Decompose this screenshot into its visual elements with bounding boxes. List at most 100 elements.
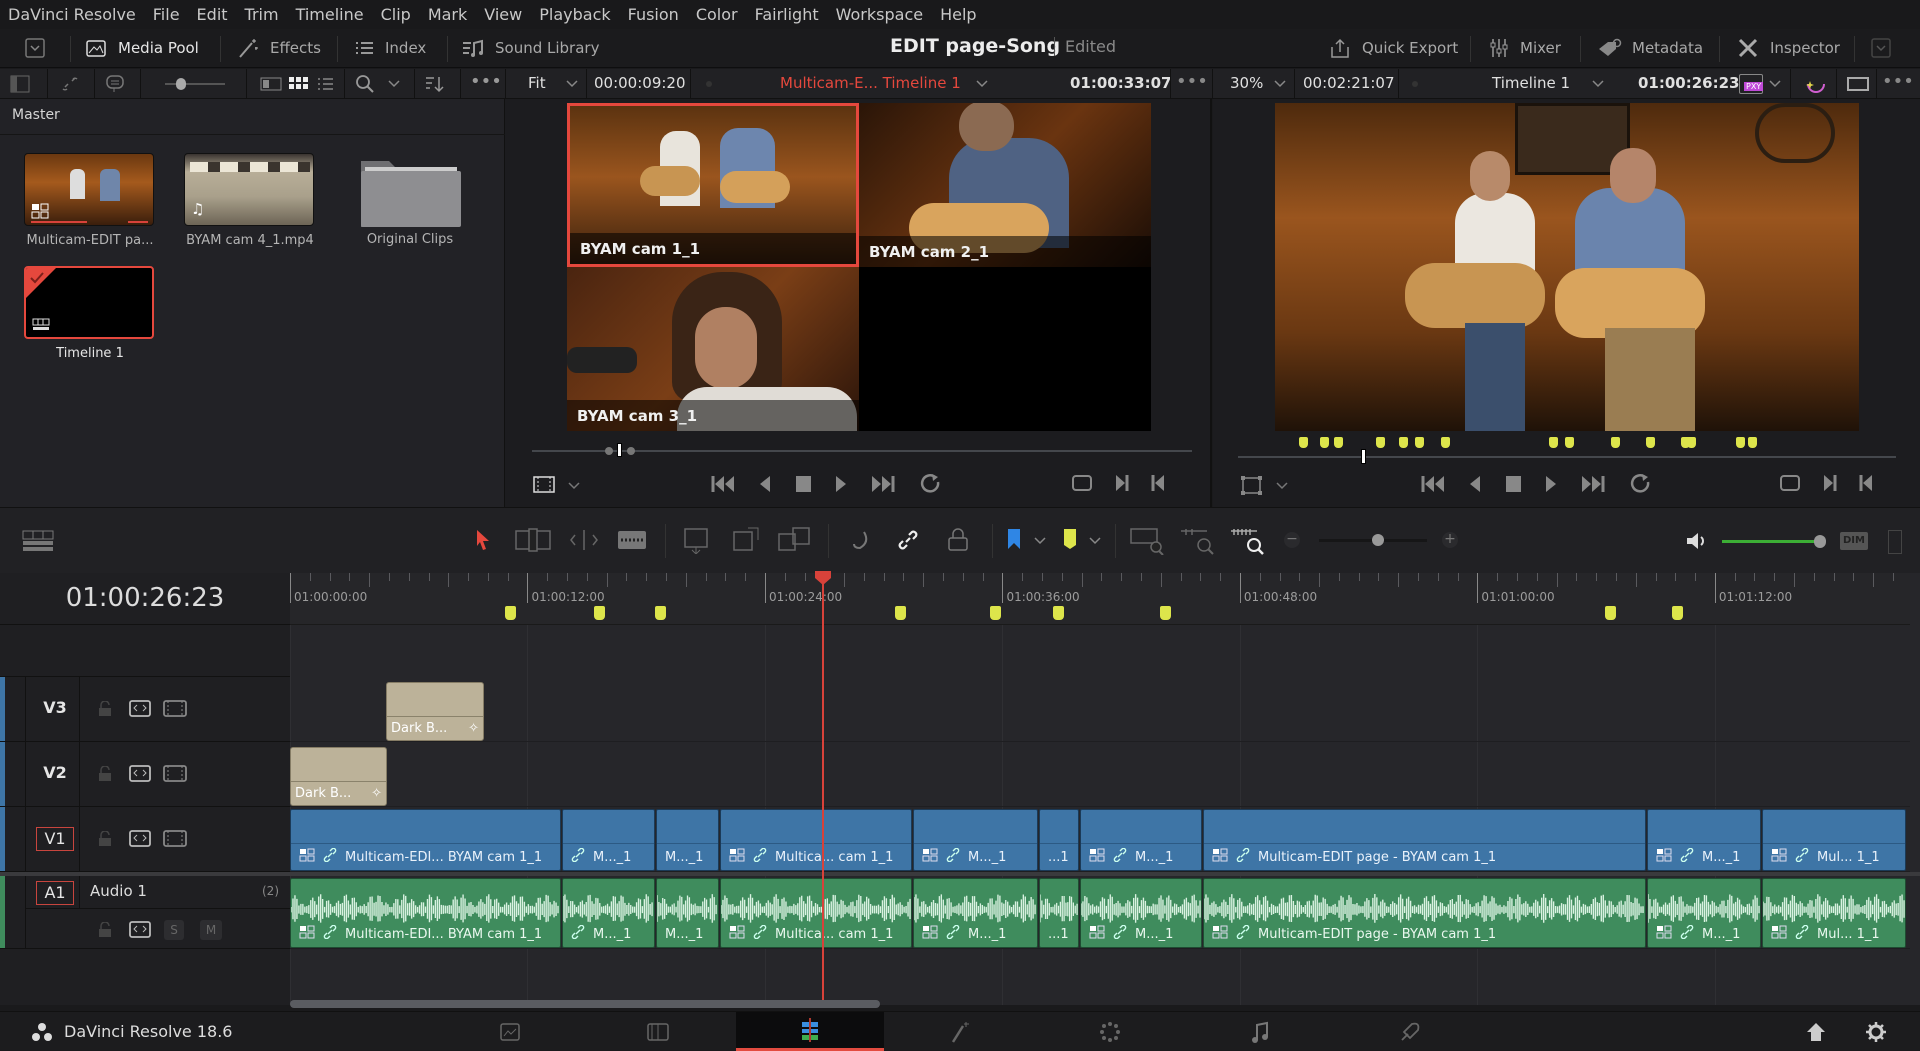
bin-master[interactable]: Master <box>0 99 505 135</box>
video-clip[interactable]: Multica... cam 1_1 <box>720 809 912 871</box>
trim-tool-icon[interactable] <box>515 528 551 552</box>
metadata-view-icon-2[interactable] <box>260 76 282 92</box>
timeline-marker[interactable] <box>1672 606 1684 620</box>
search-icon[interactable] <box>355 74 375 94</box>
auto-track-select-icon[interactable] <box>129 700 151 717</box>
title-clip[interactable]: Dark B... ✧ <box>290 747 387 806</box>
loop-icon[interactable] <box>1628 473 1654 495</box>
audio-clip[interactable]: M..._1 <box>656 878 719 948</box>
auto-track-select-icon[interactable] <box>129 921 151 938</box>
viewer-marker[interactable] <box>1549 437 1558 448</box>
audio-clip[interactable]: Multicam-EDIT page - BYAM cam 1_1 <box>1203 878 1646 948</box>
chevron-down-icon[interactable] <box>388 79 400 89</box>
video-clip[interactable]: ...1 <box>1039 809 1079 871</box>
menu-file[interactable]: File <box>153 5 180 24</box>
expand-toolbar-button[interactable] <box>1870 29 1892 67</box>
menu-clip[interactable]: Clip <box>381 5 411 24</box>
sound-library-button[interactable]: Sound Library <box>461 29 599 67</box>
timeline-marker[interactable] <box>504 606 516 620</box>
viewer-marker[interactable] <box>1320 437 1329 448</box>
title-clip[interactable]: Dark B... ✧ <box>386 682 484 741</box>
viewer-marker[interactable] <box>1299 437 1308 448</box>
track-visibility-icon[interactable] <box>163 700 187 717</box>
flag-icon[interactable] <box>1007 528 1021 550</box>
viewer-marker[interactable] <box>1565 437 1574 448</box>
replace-clip-icon[interactable] <box>777 526 813 554</box>
menu-color[interactable]: Color <box>696 5 738 24</box>
collapse-toolbar-button[interactable] <box>24 29 46 67</box>
audio-clip[interactable]: M..._1 <box>913 878 1038 948</box>
track-header-v3[interactable]: V3 <box>0 677 290 742</box>
track-header-a1[interactable]: A1 Audio 1 (2) S M <box>0 876 290 949</box>
page-tab-fairlight[interactable] <box>1186 1012 1334 1051</box>
chevron-down-icon[interactable] <box>1769 79 1781 89</box>
chevron-down-icon[interactable] <box>566 79 578 89</box>
fullscreen-icon[interactable] <box>1846 76 1870 92</box>
menu-timeline[interactable]: Timeline <box>296 5 364 24</box>
audio-clip[interactable]: M..._1 <box>1080 878 1202 948</box>
quick-export-button[interactable]: Quick Export <box>1328 29 1458 67</box>
video-clip[interactable]: Multicam-EDIT page - BYAM cam 1_1 <box>1203 809 1646 871</box>
mark-out-icon[interactable] <box>1858 473 1874 493</box>
media-pool-button[interactable]: Media Pool <box>84 29 199 67</box>
timeline-view-options-icon[interactable] <box>22 530 54 552</box>
lock-icon[interactable] <box>98 831 112 847</box>
home-icon[interactable] <box>1805 1021 1827 1043</box>
video-clip[interactable]: M..._1 <box>1647 809 1761 871</box>
page-tab-deliver[interactable] <box>1336 1012 1484 1051</box>
settings-gear-icon[interactable] <box>1865 1021 1887 1043</box>
blade-tool-icon[interactable] <box>617 528 647 552</box>
timeline-marker[interactable] <box>894 606 906 620</box>
viewer-marker[interactable] <box>1441 437 1450 448</box>
dynamic-trim-icon[interactable] <box>567 528 601 552</box>
program-scrubber[interactable] <box>1238 456 1896 458</box>
video-clip[interactable]: M..._1 <box>562 809 655 871</box>
menu-edit[interactable]: Edit <box>197 5 228 24</box>
timeline-horizontal-scrollbar[interactable] <box>290 1000 880 1008</box>
index-button[interactable]: Index <box>353 29 426 67</box>
mark-in-icon[interactable] <box>1822 473 1838 493</box>
master-volume-handle[interactable] <box>1814 535 1826 548</box>
jump-to-end-icon[interactable] <box>1580 474 1606 494</box>
viewer-marker[interactable] <box>1748 437 1757 448</box>
play-icon[interactable] <box>834 474 848 494</box>
multicam-angle-2[interactable]: BYAM cam 2_1 <box>859 103 1151 267</box>
marker-icon[interactable] <box>1063 528 1077 550</box>
timeline-marker[interactable] <box>655 606 667 620</box>
match-frame-icon[interactable] <box>1070 473 1094 493</box>
chevron-down-icon[interactable] <box>1274 79 1286 89</box>
menu-help[interactable]: Help <box>940 5 976 24</box>
lock-icon[interactable] <box>98 922 112 938</box>
stop-icon[interactable] <box>1504 474 1522 494</box>
play-reverse-icon[interactable] <box>1468 474 1482 494</box>
multicam-angle-3[interactable]: BYAM cam 3_1 <box>567 267 859 431</box>
multicam-angle-1[interactable]: BYAM cam 1_1 <box>567 103 859 267</box>
color-effects-icon[interactable] <box>1804 73 1826 95</box>
audio-clip[interactable]: ...1 <box>1039 878 1079 948</box>
audio-clip[interactable]: M..._1 <box>1647 878 1761 948</box>
menu-trim[interactable]: Trim <box>245 5 279 24</box>
match-frame-icon[interactable] <box>1778 473 1802 493</box>
viewer-marker[interactable] <box>1736 437 1745 448</box>
chevron-down-icon[interactable] <box>568 481 580 491</box>
insert-clip-icon[interactable] <box>679 526 715 554</box>
transform-icon[interactable] <box>1241 476 1263 496</box>
track-name[interactable]: V1 <box>36 827 74 851</box>
program-more-icon[interactable]: ••• <box>1882 71 1914 92</box>
list-view-icon[interactable] <box>316 75 334 93</box>
video-clip[interactable]: M..._1 <box>656 809 719 871</box>
mark-in-icon[interactable] <box>1114 473 1130 493</box>
video-clip[interactable]: M..._1 <box>1080 809 1202 871</box>
menu-playback[interactable]: Playback <box>539 5 610 24</box>
media-item-audio[interactable]: ♫ BYAM cam 4_1.mp4 <box>184 153 316 248</box>
thumbnail-size-slider[interactable] <box>165 83 225 85</box>
video-clip[interactable]: Multicam-EDI... BYAM cam 1_1 <box>290 809 561 871</box>
viewer-marker[interactable] <box>1399 437 1408 448</box>
overwrite-clip-icon[interactable] <box>732 526 762 554</box>
effects-button[interactable]: Effects <box>236 29 321 67</box>
page-tab-color[interactable] <box>1036 1012 1184 1051</box>
viewer-marker[interactable] <box>1415 437 1424 448</box>
menu-fairlight[interactable]: Fairlight <box>755 5 819 24</box>
track-header-v1[interactable]: V1 <box>0 807 290 872</box>
chevron-down-icon[interactable] <box>1276 481 1288 491</box>
